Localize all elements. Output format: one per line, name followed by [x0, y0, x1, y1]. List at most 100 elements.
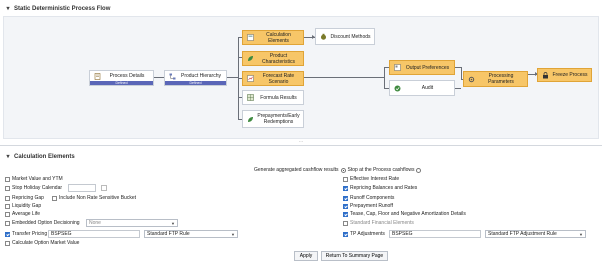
embedded-option-row[interactable]: Embedded Option Decisioning — [5, 220, 80, 226]
embedded-option-select[interactable]: None ▼ — [86, 219, 178, 227]
transfer-pricing-option[interactable]: Transfer Pricing — [5, 231, 47, 237]
embedded-option-value: None — [89, 220, 101, 226]
node-processing-parameters[interactable]: Processing Parameters — [463, 71, 528, 87]
tp-code-input[interactable]: BSPSEG — [48, 230, 140, 238]
repricing-gap-checkbox[interactable] — [5, 195, 10, 201]
return-to-summary-button[interactable]: Return To Summary Page — [321, 251, 388, 261]
node-discount-methods[interactable]: Discount Methods — [315, 28, 375, 45]
stop-holiday-checkbox[interactable] — [5, 185, 10, 191]
tease-cap-label: Tease, Cap, Floor and Negative Amortizat… — [350, 211, 466, 217]
non-rate-label: Include Non Rate Sensitive Bucket — [59, 195, 136, 201]
node-process-details[interactable]: Process Details Defined — [89, 70, 154, 86]
calc-option-value-checkbox[interactable] — [5, 240, 10, 246]
market-value-checkbox[interactable] — [5, 176, 10, 182]
node-product-characteristics[interactable]: Product Characteristics — [242, 51, 304, 66]
tp-adjustments-label: TP Adjustments — [350, 231, 385, 237]
node-calculation-elements[interactable]: Calculation Elements — [242, 30, 304, 45]
connector — [227, 77, 238, 78]
tp-rule-value: Standard FTP Rule — [147, 231, 190, 237]
embedded-option-label: Embedded Option Decisioning — [12, 220, 80, 226]
runoff-checkbox[interactable] — [343, 195, 348, 201]
calendar-picker-icon[interactable] — [101, 185, 107, 191]
average-life-option[interactable]: Average Life — [5, 211, 40, 217]
tp-adj-rule-select[interactable]: Standard FTP Adjustment Rule ▼ — [485, 230, 586, 238]
repricing-balances-option[interactable]: Repricing Balances and Rates — [343, 185, 417, 191]
standard-financial-option[interactable]: Standard Financial Elements — [343, 220, 414, 226]
non-rate-option[interactable]: Include Non Rate Sensitive Bucket — [52, 195, 136, 201]
tp-adj-rule-value: Standard FTP Adjustment Rule — [488, 231, 557, 237]
liquidity-gap-label: Liquidity Gap — [12, 203, 42, 209]
prepayment-runoff-option[interactable]: Prepayment Runoff — [343, 203, 393, 209]
node-label: Product Characteristics — [261, 52, 296, 65]
collapse-chevron-icon[interactable]: ▾ — [5, 6, 11, 12]
node-label: Formula Results — [260, 94, 297, 101]
effective-rate-option[interactable]: Effective Interest Rate — [343, 176, 399, 182]
node-freeze-process[interactable]: Freeze Process — [537, 68, 592, 82]
flow-section-title: Static Deterministic Process Flow — [14, 6, 111, 12]
chart-icon — [246, 75, 254, 83]
transfer-pricing-label: Transfer Pricing — [12, 231, 48, 237]
embedded-option-checkbox[interactable] — [5, 220, 10, 226]
stop-at-cashflows-label: Stop at the Process cashflows — [347, 167, 415, 173]
divider — [0, 145, 602, 146]
prepayment-runoff-checkbox[interactable] — [343, 203, 348, 209]
calc-section-header[interactable]: ▾ Calculation Elements — [0, 151, 602, 163]
node-product-hierarchy[interactable]: Product Hierarchy Defined — [164, 70, 227, 86]
gear-icon — [467, 75, 475, 83]
average-life-label: Average Life — [12, 211, 40, 217]
connector — [455, 88, 461, 89]
resize-handle[interactable]: ⋯ — [297, 140, 305, 144]
market-value-option[interactable]: Market Value and YTM — [5, 176, 63, 182]
liquidity-gap-option[interactable]: Liquidity Gap — [5, 203, 41, 209]
flow-section-header[interactable]: ▾ Static Deterministic Process Flow — [0, 3, 602, 15]
node-label: Discount Methods — [330, 33, 371, 40]
process-flow-diagram: Process Details Defined Product Hierarch… — [3, 16, 599, 139]
calc-section-title: Calculation Elements — [14, 154, 75, 160]
repricing-gap-option[interactable]: Repricing Gap — [5, 195, 44, 201]
transfer-pricing-checkbox[interactable] — [5, 231, 10, 237]
average-life-checkbox[interactable] — [5, 211, 10, 217]
tp-adj-code-input[interactable]: BSPSEG — [389, 230, 481, 238]
node-label: Product Hierarchy — [180, 73, 221, 79]
repricing-balances-checkbox[interactable] — [343, 185, 348, 191]
node-audit[interactable]: Audit — [389, 80, 455, 96]
status-badge: Defined — [90, 81, 153, 85]
lock-icon — [541, 71, 549, 79]
repricing-gap-label: Repricing Gap — [12, 195, 44, 201]
output-icon — [393, 64, 401, 72]
tp-adj-code-value: BSPSEG — [392, 231, 413, 237]
holiday-calendar-input[interactable] — [68, 184, 96, 192]
collapse-chevron-icon[interactable]: ▾ — [5, 154, 11, 160]
tp-adjustments-checkbox[interactable] — [343, 231, 348, 237]
effective-rate-checkbox[interactable] — [343, 176, 348, 182]
node-label: Process Details — [109, 73, 145, 79]
node-output-preferences[interactable]: Output Preferences — [389, 60, 455, 75]
non-rate-checkbox[interactable] — [52, 195, 57, 201]
calc-option-value-label: Calculate Option Market Value — [12, 240, 80, 246]
node-label: Audit — [421, 85, 434, 91]
tease-cap-checkbox[interactable] — [343, 211, 348, 217]
effective-rate-label: Effective Interest Rate — [350, 176, 400, 182]
chevron-down-icon: ▼ — [231, 231, 235, 237]
node-label: Calculation Elements — [266, 31, 291, 44]
tp-adjustments-option[interactable]: TP Adjustments — [343, 231, 385, 237]
node-formula-results[interactable]: Formula Results — [242, 90, 304, 105]
tp-rule-select[interactable]: Standard FTP Rule ▼ — [144, 230, 238, 238]
node-forecast-rate-scenario[interactable]: Forecast Rate Scenario — [242, 71, 304, 86]
tp-code-value: BSPSEG — [51, 231, 72, 237]
standard-financial-checkbox[interactable] — [343, 220, 348, 226]
node-label: Prepayments/Early Redemptions — [257, 113, 300, 125]
node-label: Processing Parameters — [488, 73, 514, 85]
calc-option-value-option[interactable]: Calculate Option Market Value — [5, 240, 79, 246]
generate-aggregated-radio[interactable] — [416, 167, 422, 173]
runoff-option[interactable]: Runoff Components — [343, 195, 394, 201]
stop-at-cashflows-radio[interactable] — [340, 167, 346, 173]
stop-holiday-option[interactable]: Stop Holiday Calendar — [5, 185, 62, 191]
hierarchy-icon — [168, 72, 176, 80]
repricing-balances-label: Repricing Balances and Rates — [350, 185, 418, 191]
node-prepayments[interactable]: Prepayments/Early Redemptions — [242, 110, 304, 128]
tease-cap-option[interactable]: Tease, Cap, Floor and Negative Amortizat… — [343, 211, 466, 217]
standard-financial-label: Standard Financial Elements — [350, 220, 414, 226]
apply-button[interactable]: Apply — [294, 251, 318, 261]
liquidity-gap-checkbox[interactable] — [5, 203, 10, 209]
